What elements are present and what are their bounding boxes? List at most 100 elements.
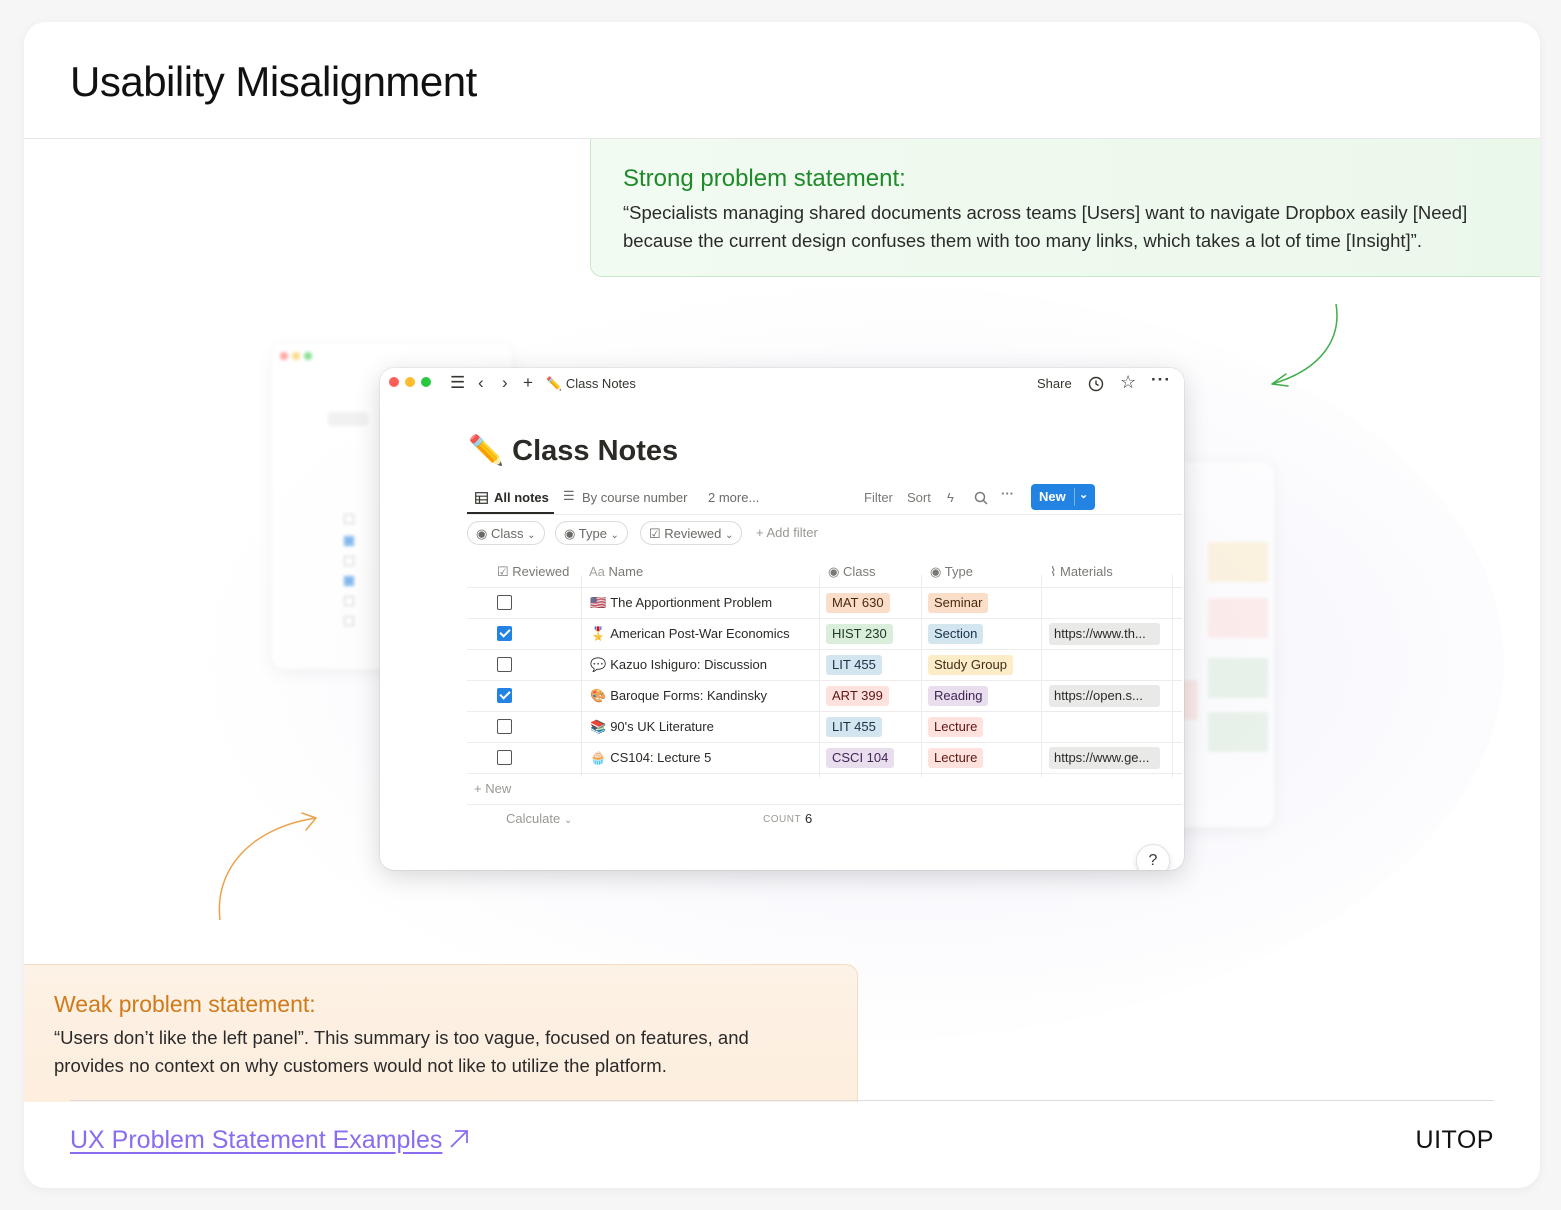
row-name-text: CS104: Lecture 5 [610, 750, 712, 765]
column-divider [819, 575, 820, 777]
pencil-icon: ✏️ [546, 376, 563, 391]
material-link[interactable]: https://open.s... [1049, 685, 1160, 707]
calculate-dropdown[interactable]: Calculate ⌄ [506, 811, 572, 826]
add-new-row-button[interactable]: + New [474, 781, 511, 796]
reviewed-checkbox[interactable] [497, 626, 512, 641]
reviewed-checkbox[interactable] [497, 657, 512, 672]
dropdown-circle-icon: ◉ [564, 526, 576, 541]
list-icon: ☰ [563, 488, 575, 503]
row-emoji-icon: 🇺🇸 [590, 595, 607, 610]
type-tag[interactable]: Lecture [928, 717, 984, 737]
table-row-name[interactable]: 📚 90's UK Literature [590, 719, 714, 735]
add-page-icon[interactable]: + [523, 374, 533, 392]
class-tag[interactable]: MAT 630 [826, 593, 890, 613]
count-label: COUNT [763, 814, 802, 825]
row-divider [467, 618, 1182, 619]
class-tag[interactable]: CSCI 104 [826, 748, 895, 768]
forward-icon[interactable]: › [502, 374, 508, 392]
column-header-label: Materials [1059, 564, 1113, 579]
class-tag[interactable]: ART 399 [826, 686, 889, 706]
column-header-materials[interactable]: ⌇ Materials [1050, 564, 1113, 580]
reviewed-checkbox[interactable] [497, 595, 512, 610]
automation-icon[interactable]: ϟ [947, 490, 954, 505]
type-tag[interactable]: Seminar [928, 593, 989, 613]
type-tag[interactable]: Study Group [928, 655, 1013, 675]
count-value: 6 [805, 811, 813, 826]
slide-card: Usability Misalignment Strong problem st… [24, 22, 1540, 1188]
window-minimize-button[interactable] [405, 377, 415, 387]
class-tag[interactable]: LIT 455 [826, 655, 882, 675]
filter-chip-class[interactable]: ◉ Class ⌄ [467, 521, 545, 545]
material-link[interactable]: https://www.th... [1049, 623, 1160, 645]
help-button[interactable]: ? [1136, 844, 1170, 870]
dropdown-circle-icon: ◉ [930, 564, 942, 579]
reviewed-checkbox[interactable] [497, 750, 512, 765]
new-button[interactable]: New ⌄ [1031, 484, 1095, 510]
chevron-down-icon: ⌄ [725, 530, 734, 541]
column-header-label: Class [842, 564, 876, 579]
row-divider [467, 742, 1182, 743]
external-link-arrow-icon[interactable] [448, 1128, 470, 1150]
table-row-name[interactable]: 💬 Kazuo Ishiguro: Discussion [590, 657, 767, 673]
menu-icon[interactable]: ☰ [450, 374, 465, 392]
column-header-name[interactable]: Aa Name [589, 564, 643, 579]
row-name-text: American Post-War Economics [610, 626, 790, 641]
row-name-text: Kazuo Ishiguro: Discussion [610, 657, 767, 672]
column-divider [1172, 575, 1173, 777]
tab-all-notes[interactable]: All notes [494, 490, 549, 505]
back-icon[interactable]: ‹ [478, 374, 484, 392]
type-tag[interactable]: Reading [928, 686, 989, 706]
more-icon[interactable]: ··· [1151, 371, 1171, 389]
table-row-name[interactable]: 🎨 Baroque Forms: Kandinsky [590, 688, 767, 704]
window-close-button[interactable] [389, 377, 399, 387]
filter-chip-reviewed[interactable]: ☑ Reviewed ⌄ [640, 521, 743, 545]
column-header-label: Type [944, 564, 973, 579]
app-window: ☰ ‹ › + ✏️ Class Notes Share ☆ ··· ✏️ Cl… [380, 368, 1184, 870]
column-header-label: Name [608, 564, 644, 579]
search-icon[interactable] [974, 491, 988, 505]
plus-icon: + [756, 525, 764, 540]
checkbox-icon: ☑ [497, 564, 509, 579]
reviewed-checkbox[interactable] [497, 688, 512, 703]
column-divider [581, 575, 582, 777]
view-options-icon[interactable]: ··· [1001, 486, 1014, 501]
row-divider [467, 649, 1182, 650]
class-tag[interactable]: LIT 455 [826, 717, 882, 737]
row-emoji-icon: 📚 [590, 719, 607, 734]
breadcrumb[interactable]: ✏️ Class Notes [546, 376, 636, 392]
window-maximize-button[interactable] [421, 377, 431, 387]
star-icon[interactable]: ☆ [1120, 373, 1136, 391]
reviewed-checkbox[interactable] [497, 719, 512, 734]
table-row-name[interactable]: 🎖️ American Post-War Economics [590, 626, 790, 642]
breadcrumb-label: Class Notes [565, 376, 636, 391]
new-button-divider [1074, 488, 1075, 506]
type-tag[interactable]: Lecture [928, 748, 984, 768]
share-button[interactable]: Share [1037, 376, 1072, 391]
chevron-down-icon: ⌄ [610, 530, 619, 541]
table-icon [475, 492, 488, 504]
tab-by-course-number[interactable]: By course number [582, 490, 688, 505]
filter-button[interactable]: Filter [864, 490, 893, 505]
tab-more-views[interactable]: 2 more... [708, 490, 759, 505]
history-icon[interactable] [1088, 376, 1104, 392]
add-filter-label: Add filter [766, 525, 818, 540]
table-row-name[interactable]: 🇺🇸 The Apportionment Problem [590, 595, 772, 611]
filter-chip-label: Class [490, 526, 524, 541]
class-tag[interactable]: HIST 230 [826, 624, 893, 644]
filter-chip-type[interactable]: ◉ Type ⌄ [555, 521, 628, 545]
type-tag[interactable]: Section [928, 624, 984, 644]
chevron-down-icon[interactable]: ⌄ [1079, 488, 1088, 501]
add-new-label: New [485, 781, 512, 796]
strong-statement-box: Strong problem statement: “Specialists m… [590, 139, 1540, 277]
add-filter-button[interactable]: + Add filter [756, 525, 818, 540]
column-header-reviewed[interactable]: ☑ Reviewed [497, 564, 569, 580]
ux-problem-statement-link[interactable]: UX Problem Statement Examples [70, 1126, 442, 1155]
column-divider [1041, 575, 1042, 777]
column-header-class[interactable]: ◉ Class [828, 564, 875, 580]
material-link[interactable]: https://www.ge... [1049, 747, 1160, 769]
footer-divider [70, 1100, 1494, 1101]
column-header-type[interactable]: ◉ Type [930, 564, 973, 580]
table-row-name[interactable]: 🧁 CS104: Lecture 5 [590, 750, 711, 766]
sort-button[interactable]: Sort [907, 490, 931, 505]
dropdown-circle-icon: ◉ [476, 526, 488, 541]
